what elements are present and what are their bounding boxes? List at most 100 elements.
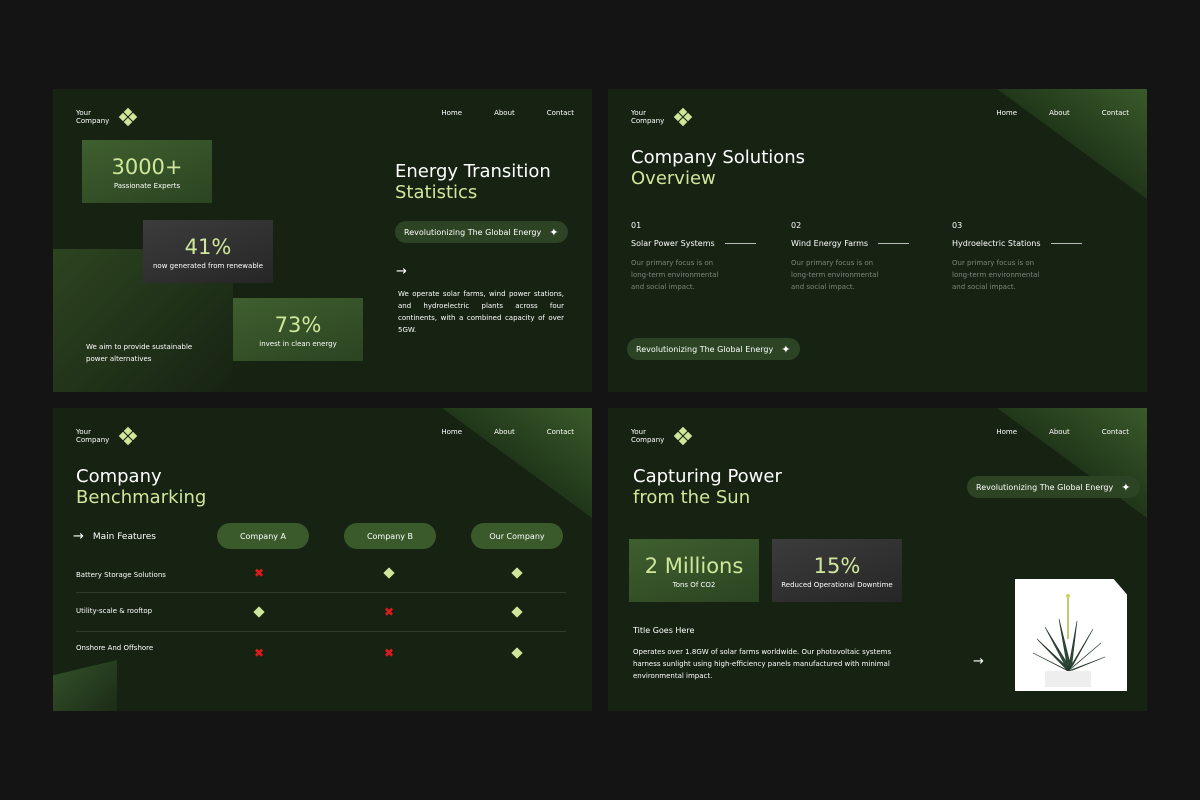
brand[interactable]: Your Company [631,426,693,446]
nav: Home About Contact [441,428,574,436]
column-company-b[interactable]: Company B [344,523,436,549]
stat-co2: 2 Millions Tons Of CO2 [629,539,759,602]
stat-caption: Tons Of CO2 [672,580,716,589]
column-our-company[interactable]: Our Company [471,523,563,549]
stat-clean-energy: 73% invest in clean energy [233,298,363,361]
cross-icon: ✖ [383,646,395,660]
sparkle-icon: ✦ [549,225,559,239]
cross-icon: ✖ [253,646,265,660]
nav-contact[interactable]: Contact [547,428,574,436]
cross-icon: ✖ [253,566,265,580]
slide-company-solutions: Your Company Home About Contact Company S… [608,89,1147,392]
decorative-glow [442,408,592,518]
decorative-glow [997,408,1147,518]
brand-name: Your Company [76,428,110,444]
arrow-right-icon[interactable]: → [973,655,984,668]
logo-icon [118,107,138,127]
stat-renewable: 41% now generated from renewable [143,220,273,283]
decorative-glow [53,660,117,711]
body-text: Operates over 1.8GW of solar farms world… [633,648,892,680]
page-title: Capturing Power from the Sun [633,466,782,508]
solution-item: 02 Wind Energy Farms Our primary focus i… [791,221,931,293]
check-diamond-icon [253,606,265,618]
brand[interactable]: Your Company [76,107,138,127]
nav-home[interactable]: Home [996,428,1017,436]
stat-caption: invest in clean energy [259,339,337,348]
arrow-right-icon: → [73,529,84,544]
nav-about[interactable]: About [494,109,515,117]
brand-name: Your Company [76,109,110,125]
stat-value: 15% [813,553,861,578]
table-row-label: Utility-scale & rooftop [76,607,153,615]
row-divider [76,631,566,632]
stat-caption: Reduced Operational Downtime [781,580,893,589]
sparkle-icon: ✦ [1121,480,1131,494]
stat-downtime: 15% Reduced Operational Downtime [772,539,902,602]
solution-title: Solar Power Systems [631,239,771,248]
tagline-pill[interactable]: Revolutionizing The Global Energy ✦ [967,476,1141,498]
stat-caption: now generated from renewable [152,261,264,270]
slide-energy-transition: Your Company Home About Contact 3000+ Pas… [53,89,592,392]
solution-item: 01 Solar Power Systems Our primary focus… [631,221,771,293]
page-title: Energy Transition Statistics [395,161,551,203]
tagline-pill[interactable]: Revolutionizing The Global Energy ✦ [395,221,569,243]
logo-icon [118,426,138,446]
solution-item: 03 Hydroelectric Stations Our primary fo… [952,221,1092,293]
check-diamond-icon [511,567,523,579]
main-features-label: → Main Features [73,529,156,544]
decorative-glow [997,89,1147,199]
solution-number: 02 [791,221,802,230]
nav: Home About Contact [996,428,1129,436]
sparkle-icon: ✦ [781,342,791,356]
nav: Home About Contact [996,109,1129,117]
tagline-pill[interactable]: Revolutionizing The Global Energy ✦ [627,338,801,360]
nav-about[interactable]: About [494,428,515,436]
table-row-label: Battery Storage Solutions [76,571,166,579]
stat-value: 2 Millions [644,553,744,578]
section-title: Title Goes Here [633,626,695,635]
plant-image [1015,579,1127,691]
check-diamond-icon [511,606,523,618]
solution-title: Hydroelectric Stations [952,239,1092,248]
nav-home[interactable]: Home [441,109,462,117]
cross-icon: ✖ [383,605,395,619]
page-title: Company Solutions Overview [631,147,806,189]
nav-contact[interactable]: Contact [1102,109,1129,117]
nav-contact[interactable]: Contact [1102,428,1129,436]
check-diamond-icon [511,647,523,659]
nav-about[interactable]: About [1049,109,1070,117]
stat-value: 3000+ [111,154,183,179]
table-row-label: Onshore And Offshore [76,644,154,652]
brand-name: Your Company [631,428,665,444]
solution-desc: Our primary focus is on long-term enviro… [952,259,1040,291]
logo-icon [673,426,693,446]
plant-photo [1015,579,1127,691]
aim-text: We aim to provide sustainable power alter… [86,343,193,363]
check-diamond-icon [383,567,395,579]
brand[interactable]: Your Company [631,107,693,127]
brand-name: Your Company [631,109,665,125]
solution-number: 01 [631,221,642,230]
solution-number: 03 [952,221,963,230]
page-title: Company Benchmarking [76,466,207,508]
stat-experts: 3000+ Passionate Experts [82,140,212,203]
row-divider [76,592,566,593]
pill-label: Revolutionizing The Global Energy [976,482,1114,492]
solution-desc: Our primary focus is on long-term enviro… [791,259,879,291]
stat-value: 73% [274,312,322,337]
nav-home[interactable]: Home [441,428,462,436]
column-company-a[interactable]: Company A [217,523,309,549]
stat-caption: Passionate Experts [113,181,181,190]
nav-home[interactable]: Home [996,109,1017,117]
solution-title: Wind Energy Farms [791,239,931,248]
arrow-right-icon[interactable]: → [396,265,407,278]
nav-about[interactable]: About [1049,428,1070,436]
logo-icon [673,107,693,127]
stat-value: 41% [184,234,232,259]
nav: Home About Contact [441,109,574,117]
solution-desc: Our primary focus is on long-term enviro… [631,259,719,291]
slide-capturing-power: Your Company Home About Contact Capturing… [608,408,1147,711]
nav-contact[interactable]: Contact [547,109,574,117]
brand[interactable]: Your Company [76,426,138,446]
slide-company-benchmarking: Your Company Home About Contact Company B… [53,408,592,711]
